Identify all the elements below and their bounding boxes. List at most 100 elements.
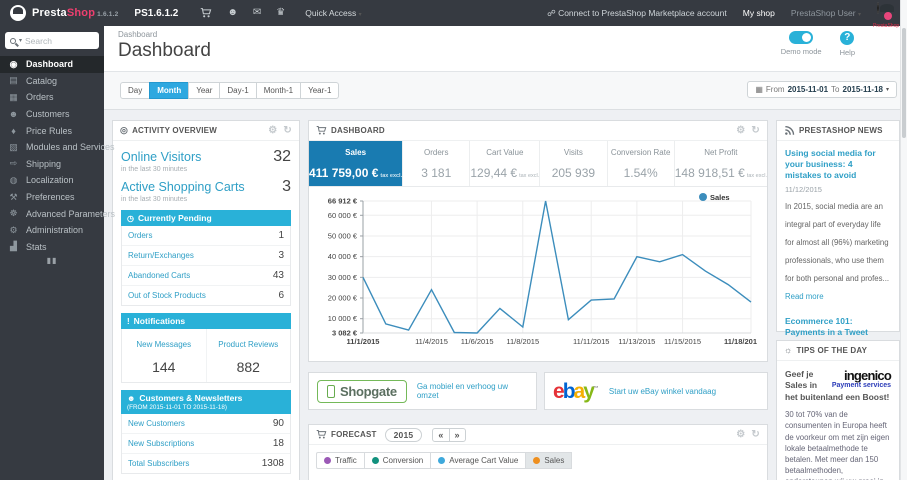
legend-sales-button[interactable]: Sales: [525, 452, 573, 469]
new-subscriptions-link[interactable]: New Subscriptions: [128, 439, 194, 448]
refresh-icon[interactable]: ↻: [283, 125, 292, 136]
date-filter-toolbar: Day Month Year Day-1 Month-1 Year-1 ▦ Fr…: [104, 72, 907, 110]
user-menu[interactable]: PrestaShop User ▾: [791, 8, 861, 18]
refresh-icon[interactable]: ↻: [751, 429, 760, 440]
marketplace-link[interactable]: ☍ Connect to PrestaShop Marketplace acco…: [547, 8, 727, 19]
tip-body: 30 tot 70% van de consumenten in Europa …: [785, 410, 890, 480]
forecast-prev-button[interactable]: «: [432, 427, 450, 442]
kpi-cart-value[interactable]: Cart Value 129,44 € tax excl.: [470, 141, 541, 186]
svg-text:10 000 €: 10 000 €: [328, 314, 358, 323]
ebay-promo-link[interactable]: Start uw eBay winkel vandaag: [609, 387, 716, 396]
cart-icon[interactable]: [200, 7, 212, 19]
mail-icon[interactable]: ✉: [253, 8, 261, 18]
scrollbar-thumb[interactable]: [902, 28, 906, 138]
returns-link[interactable]: Return/Exchanges: [128, 251, 194, 260]
row-new-subscriptions: New Subscriptions 18: [122, 434, 290, 454]
help-icon[interactable]: ?: [840, 31, 855, 45]
quick-access-menu[interactable]: Quick Access ▾: [305, 8, 361, 18]
total-subscribers-link[interactable]: Total Subscribers: [128, 459, 189, 468]
kpi-visits[interactable]: Visits 205 939: [540, 141, 608, 186]
link-icon: ☍: [547, 7, 556, 18]
notification-icon: !: [127, 316, 130, 326]
period-month-button[interactable]: Month: [149, 82, 190, 99]
read-more-link[interactable]: Read more: [785, 292, 824, 301]
sidebar-search[interactable]: ▾: [5, 32, 99, 49]
forecast-year[interactable]: 2015: [384, 427, 423, 442]
tips-panel-title: TIPS OF THE DAY: [796, 346, 868, 355]
help-control[interactable]: ? Help: [840, 31, 855, 57]
gear-icon[interactable]: ⚙: [736, 125, 745, 136]
sidebar-item-advanced-parameters[interactable]: ☸ Advanced Parameters: [0, 205, 115, 222]
sidebar-item-dashboard[interactable]: ◉ Dashboard: [0, 56, 104, 73]
news-article-title[interactable]: Ecommerce 101: Payments in a Tweet: [785, 316, 891, 338]
svg-text:40 000 €: 40 000 €: [328, 252, 358, 261]
breadcrumb[interactable]: Dashboard: [118, 30, 157, 39]
legend-average-cart-value-button[interactable]: Average Cart Value: [430, 452, 527, 469]
new-messages-link[interactable]: New Messages: [136, 340, 191, 349]
period-year-1-button[interactable]: Year-1: [300, 82, 340, 99]
my-shop-link[interactable]: My shop: [743, 8, 775, 18]
demo-mode-control[interactable]: Demo mode: [781, 31, 822, 57]
shopgate-promo-link[interactable]: Ga mobiel en verhoog uw omzet: [417, 382, 528, 400]
orders-icon: ▦: [9, 91, 18, 102]
search-input[interactable]: [25, 35, 94, 46]
kpi-sales-value: 411 759,00 €: [309, 166, 379, 180]
refresh-icon[interactable]: ↻: [751, 125, 760, 136]
kpi-orders[interactable]: Orders 3 181: [403, 141, 471, 186]
customers-newsletters-title: Customers & Newsletters: [139, 393, 243, 403]
orders-link[interactable]: Orders: [128, 231, 152, 240]
news-article-excerpt: In 2015, social media are an integral pa…: [785, 202, 890, 284]
out-of-stock-link[interactable]: Out of Stock Products: [128, 291, 206, 300]
traffic-dot-icon: [324, 457, 331, 464]
kpi-sales[interactable]: Sales 411 759,00 € tax excl.: [309, 141, 404, 186]
trophy-icon[interactable]: ♛: [276, 8, 285, 18]
sidebar-item-customers[interactable]: ☻ Customers: [0, 106, 104, 123]
demo-mode-label: Demo mode: [780, 47, 822, 56]
sidebar-item-catalog[interactable]: ▤ Catalog: [0, 73, 104, 90]
tips-of-the-day-panel: ☼ TIPS OF THE DAY ingenico Payment servi…: [776, 340, 900, 480]
avatar[interactable]: PrestaShop: [873, 2, 899, 29]
product-reviews-cell: Product Reviews 882: [205, 329, 291, 382]
sales-line-chart: 66 912 € 60 000 € 50 000 € 40 000 € 30 000 €…: [328, 193, 757, 346]
caret-down-icon: ▾: [885, 87, 889, 93]
gear-icon[interactable]: ⚙: [736, 429, 745, 440]
sidebar-item-shipping[interactable]: ⇨ Shipping: [0, 156, 104, 173]
sidebar-collapse-button[interactable]: ▮▮: [0, 256, 104, 265]
sidebar-item-preferences[interactable]: ⚒ Preferences: [0, 189, 104, 206]
date-range-button[interactable]: ▦ From 2015-11-01 To 2015-11-18 ▾: [747, 81, 897, 98]
sidebar-item-stats[interactable]: ▟ Stats: [0, 239, 104, 256]
new-customers-link[interactable]: New Customers: [128, 419, 185, 428]
gear-icon[interactable]: ⚙: [268, 125, 277, 136]
active-carts-link[interactable]: Active Shopping Carts: [121, 180, 245, 194]
legend-conversion-button[interactable]: Conversion: [363, 452, 432, 469]
advanced-parameters-icon: ☸: [9, 208, 18, 219]
product-reviews-link[interactable]: Product Reviews: [218, 340, 278, 349]
sidebar-item-administration[interactable]: ⚙ Administration: [0, 222, 104, 239]
kpi-conversion-rate-value: 1.54%: [623, 166, 658, 180]
abandoned-carts-link[interactable]: Abandoned Carts: [128, 271, 190, 280]
kpi-net-profit[interactable]: Net Profit 148 918,51 € tax excl.: [675, 141, 767, 186]
shop-name[interactable]: PS1.6.1.2: [134, 8, 178, 19]
kpi-conversion-rate[interactable]: Conversion Rate 1.54%: [608, 141, 675, 186]
demo-mode-toggle[interactable]: [789, 31, 814, 44]
active-carts-value: 3: [282, 178, 291, 195]
period-day-1-button[interactable]: Day-1: [219, 82, 257, 99]
news-article-title[interactable]: Using social media for your business: 4 …: [785, 148, 891, 181]
legend-traffic-button[interactable]: Traffic: [316, 452, 365, 469]
forecast-next-button[interactable]: »: [448, 427, 466, 442]
sidebar-item-modules-and-services[interactable]: ▧ Modules and Services: [0, 139, 114, 156]
period-month-1-button[interactable]: Month-1: [255, 82, 302, 99]
kpi-net-profit-value: 148 918,51 €: [674, 166, 745, 180]
sidebar-item-price-rules[interactable]: ♦ Price Rules: [0, 122, 104, 139]
period-day-button[interactable]: Day: [120, 82, 151, 99]
online-visitors-link[interactable]: Online Visitors: [121, 150, 201, 164]
svg-text:Sales: Sales: [710, 193, 730, 202]
sidebar-item-orders[interactable]: ▦ Orders: [0, 89, 104, 106]
sidebar-item-localization[interactable]: ◍ Localization: [0, 172, 104, 189]
vertical-scrollbar[interactable]: [900, 0, 907, 480]
activity-icon: ◎: [120, 125, 129, 135]
shopgate-logo: Shopgate: [317, 379, 407, 403]
period-year-button[interactable]: Year: [188, 82, 221, 99]
avatar-image: [877, 2, 894, 20]
customer-icon[interactable]: ☻: [227, 8, 238, 18]
